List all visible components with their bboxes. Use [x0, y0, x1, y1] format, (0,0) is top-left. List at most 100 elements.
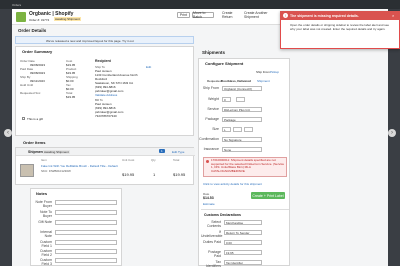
shipments-heading: Shipments [202, 50, 226, 55]
total-value: $19.95 [173, 172, 186, 177]
create-return-button[interactable]: Create Return [222, 11, 240, 19]
label-ship-from: Ship From [202, 86, 219, 90]
value-tax: $0.00 [66, 87, 74, 91]
insurance-select[interactable]: None [222, 147, 262, 152]
cost-values: $19.95 $19.95 $0.00 $0.00 $19.95 [66, 61, 75, 101]
label-duties-paid: Duties Paid [203, 240, 221, 244]
toast-body: Open the order details or shipping sideb… [290, 23, 390, 31]
close-toast-icon[interactable]: × [392, 13, 394, 18]
product-name-link[interactable]: Fake Ink With You Refillable Brush - Def… [41, 164, 119, 168]
error-icon [206, 160, 209, 163]
label-tax-identifiers: Tax Identifiers [205, 260, 221, 268]
order-items-panel: Shipment Awaiting Shipment 1 Edit Type I… [15, 147, 195, 185]
previous-order-arrow-icon[interactable]: ‹ [4, 129, 12, 137]
note-from-buyer-field[interactable] [55, 200, 117, 205]
label-insurance: Insurance [203, 147, 219, 151]
product-thumbnail[interactable] [20, 164, 34, 177]
requested-note: Shipment [257, 79, 270, 83]
value-paid-date: 09/08/2023 [30, 71, 46, 75]
size-width-input[interactable] [233, 127, 242, 132]
gift-label: This is a gift [27, 117, 44, 121]
service-select[interactable]: DHLeCom Plus Intl. [222, 107, 262, 112]
unit-cost-value: $19.95 [122, 172, 135, 177]
shipment-tabs: Shipment Awaiting Shipment 1 Edit Type [16, 148, 195, 156]
label-gift-note: Gift Note [38, 220, 52, 224]
label-custom-field-3: Custom Field 3 [39, 258, 52, 266]
weight-lb-input[interactable]: 0 [222, 97, 231, 102]
undeliverable-select[interactable]: Return To Sender [224, 230, 262, 235]
recipient-label: Recipient [95, 59, 111, 63]
next-order-arrow-icon[interactable]: › [388, 129, 396, 137]
label-error-box: 17010000011: Shipment details specified … [203, 157, 287, 177]
order-items-title: Order Items [23, 140, 46, 145]
col-unit-cost: Unit Cost [122, 158, 135, 162]
label-weight: Weight [208, 97, 219, 101]
ship-from-top-value[interactable]: Pickup [270, 70, 279, 74]
error-message: 17010000011: Shipment details specified … [211, 158, 285, 173]
value-shipping: $0.00 [66, 79, 74, 83]
qty-value: 1 [153, 172, 156, 177]
internal-note-field[interactable] [55, 230, 117, 235]
custom-field-2-input[interactable] [55, 249, 117, 254]
order-summary-title: Order Summary [22, 49, 53, 54]
label-select-contents: Select Contents [206, 220, 221, 228]
postage-paid-input[interactable]: 19.95 [224, 250, 262, 255]
ship-from-select[interactable]: Orgbanic (ConnectX) [222, 86, 262, 91]
create-print-label-button[interactable]: Create + Print Label [251, 192, 285, 199]
contents-select[interactable]: Merchandise [224, 220, 262, 225]
confirmation-select[interactable]: No Signature [222, 137, 262, 142]
label-note-from-buyer: Note From Buyer [35, 200, 52, 208]
ship-from-top-label: Ship From [256, 70, 270, 74]
notice-text[interactable]: We've released a new and improved layout… [46, 39, 134, 43]
summary-values: 09/08/2023 09/08/2023 09/11/2023 [30, 57, 54, 85]
error-toast-header: ! The shipment is missing required detai… [280, 11, 400, 20]
customs-section: Customs Declarations Select Contents Mer… [201, 209, 289, 268]
bill-id: 7323786707340 [95, 114, 117, 118]
label-package: Package [205, 117, 219, 121]
alert-icon: ! [283, 13, 288, 18]
requested-value: Doorbless, Delivered [221, 79, 251, 83]
custom-field-1-input[interactable] [55, 240, 117, 245]
label-note-to-buyer: Note To Buyer [40, 210, 52, 218]
validate-address-link[interactable]: Validate Address [95, 93, 138, 97]
tab-shipment[interactable]: Shipment [28, 150, 44, 154]
weight-oz-input[interactable] [236, 97, 245, 102]
print-button[interactable]: Print [177, 12, 190, 18]
edit-recipient-link[interactable]: Edit [146, 65, 151, 69]
label-confirmation: Confirmation [199, 137, 219, 141]
custom-field-3-input[interactable] [55, 258, 117, 263]
value-total: $19.95 [66, 95, 76, 99]
label-custom-field-1: Custom Field 1 [39, 240, 52, 248]
notes-title: Notes [36, 191, 48, 196]
label-internal-note: Internal Note [40, 230, 52, 238]
edit-type-link[interactable]: Edit Type [172, 150, 184, 154]
bill-to-address: Paul Jensen (639) 994-6816 psbroker@gmai… [95, 102, 123, 118]
create-another-shipment-button[interactable]: Create Another Shipment [244, 11, 277, 19]
note-to-buyer-field[interactable] [55, 210, 117, 215]
size-height-input[interactable] [244, 127, 253, 132]
topbar-tab[interactable]: Orders [12, 3, 21, 7]
size-length-input[interactable]: L [222, 127, 231, 132]
activity-link[interactable]: Click to view activity details for this … [203, 182, 262, 186]
status-badge: Awaiting Shipment [54, 17, 81, 21]
estimate-link[interactable]: Estimate [203, 202, 215, 206]
duties-paid-input[interactable]: 0.00 [224, 240, 262, 245]
col-qty: Qty [151, 158, 156, 162]
customs-title: Customs Declarations [204, 213, 241, 217]
tax-identifier-select[interactable]: Tax Identifier [224, 260, 262, 265]
label-requested-svc: Requested Svc [20, 91, 41, 95]
value-ship-by: 09/11/2023 [30, 79, 45, 83]
ship-to-address: Paul Jensen 1133 Cumberland Avenue North… [95, 69, 138, 97]
gift-note-field[interactable] [55, 220, 117, 225]
move-to-batch-button[interactable]: Move to Batch [192, 11, 214, 19]
notes-panel: Notes Note From Buyer Note To Buyer Gift… [30, 188, 122, 266]
package-select[interactable]: Package [222, 117, 262, 122]
item-count-badge: 1 [159, 149, 165, 153]
col-item: Item [41, 158, 47, 162]
gift-checkbox[interactable] [22, 117, 25, 120]
label-service: Service [207, 107, 219, 111]
notice-bar: We've released a new and improved layout… [15, 36, 194, 44]
toast-title: The shipment is missing required details… [290, 13, 359, 18]
rate-value: $14.53 [203, 196, 214, 200]
value-cost: $19.95 [66, 63, 76, 67]
